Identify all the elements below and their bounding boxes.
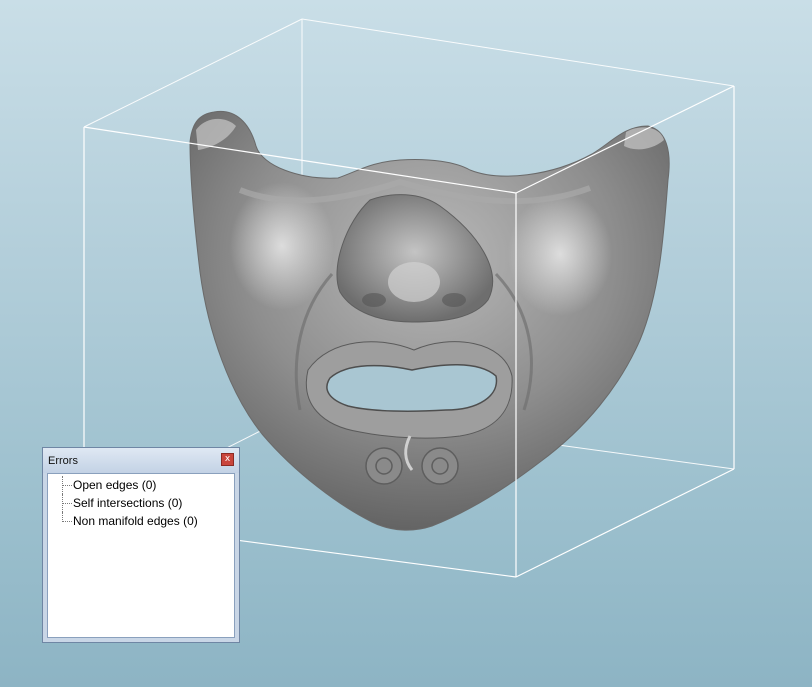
errors-tree: Open edges (0) Self intersections (0) No…: [47, 473, 235, 638]
tree-item-label: Non manifold edges (0): [73, 514, 198, 528]
tree-item-non-manifold-edges[interactable]: Non manifold edges (0): [48, 512, 232, 530]
tree-connector: [62, 512, 72, 522]
tree-item-label: Open edges (0): [73, 478, 157, 492]
errors-title: Errors: [48, 455, 78, 467]
tree-item-label: Self intersections (0): [73, 496, 183, 510]
tree-connector: [62, 476, 72, 486]
tree-item-open-edges[interactable]: Open edges (0): [48, 476, 232, 494]
3d-viewport[interactable]: Errors x Open edges (0) Self intersectio…: [0, 0, 812, 687]
errors-panel: Errors x Open edges (0) Self intersectio…: [42, 447, 240, 643]
tree-vline: [62, 476, 63, 494]
tree-item-self-intersections[interactable]: Self intersections (0): [48, 494, 232, 512]
errors-titlebar[interactable]: Errors x: [43, 448, 239, 473]
mask-mesh: [189, 110, 670, 531]
close-icon[interactable]: x: [221, 453, 234, 466]
tree-vline: [62, 494, 63, 512]
tree-connector: [62, 494, 72, 504]
